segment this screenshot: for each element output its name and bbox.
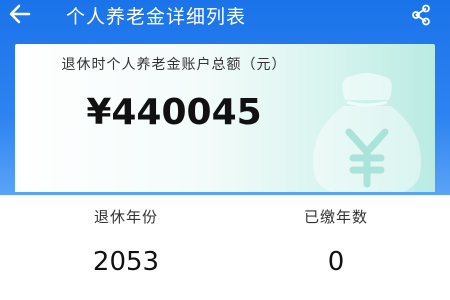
- share-icon: [412, 4, 430, 26]
- back-button[interactable]: [6, 1, 34, 27]
- retirement-year-label: 退休年份: [93, 208, 158, 226]
- stats-section: 退休年份 2053 已缴年数 0: [0, 195, 450, 300]
- paid-years-label: 已缴年数: [303, 208, 368, 226]
- page-title: 个人养老金详细列表: [66, 6, 247, 28]
- pension-total-amount: ¥440045: [86, 92, 262, 133]
- top-bar: 个人养老金详细列表: [0, 0, 450, 30]
- retirement-year-value: 2053: [92, 247, 160, 277]
- arrow-left-icon: [9, 4, 31, 24]
- retirement-year-stat: 退休年份 2053: [36, 195, 216, 277]
- pension-total-label: 退休时个人养老金账户总额（元）: [61, 57, 287, 73]
- pension-total-card: 退休时个人养老金账户总额（元） ¥440045: [15, 44, 435, 192]
- paid-years-value: 0: [327, 247, 345, 277]
- pension-detail-page: 个人养老金详细列表 退休时个人养老金账户总额（元） ¥440045 退休年份 2…: [0, 0, 450, 300]
- paid-years-stat: 已缴年数 0: [246, 195, 426, 277]
- share-button[interactable]: [408, 2, 434, 28]
